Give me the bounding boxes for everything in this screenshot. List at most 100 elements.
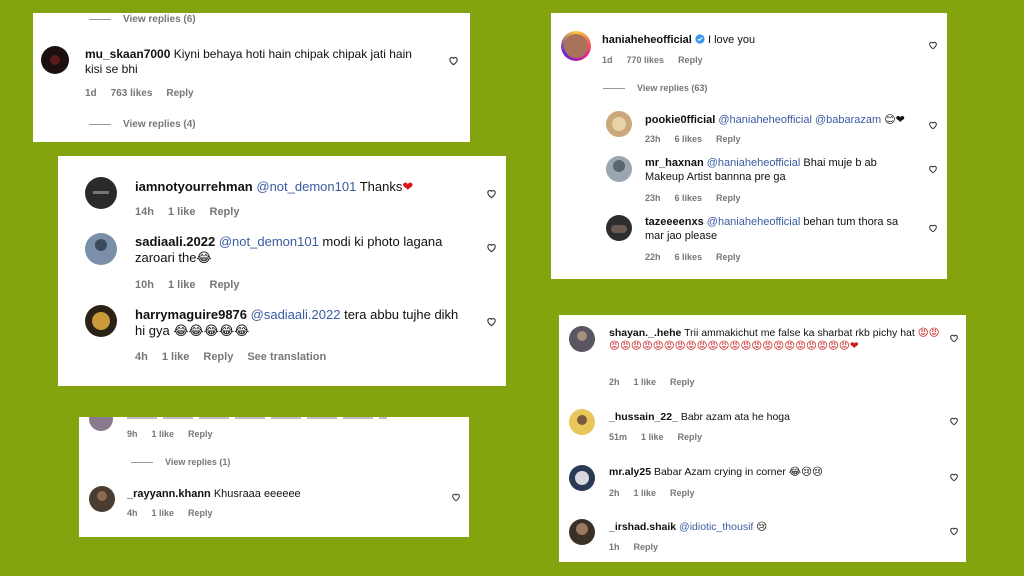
comment-meta: 51m 1 like Reply xyxy=(609,432,716,442)
mention-link[interactable]: @haniaheheofficial @babarazam xyxy=(718,114,881,126)
heart-icon[interactable] xyxy=(448,55,459,66)
comment-card-3: 9h 1 like Reply View replies (1) _rayyann.… xyxy=(79,417,469,537)
heart-icon[interactable] xyxy=(949,333,959,343)
view-replies-link[interactable]: View replies (4) xyxy=(89,119,196,130)
mention-link[interactable]: @haniaheheofficial xyxy=(707,157,801,169)
like-count[interactable]: 6 likes xyxy=(675,193,703,203)
reply-button[interactable]: Reply xyxy=(188,508,213,518)
avatar[interactable] xyxy=(561,31,591,61)
reply-button[interactable]: Reply xyxy=(634,542,659,552)
avatar[interactable] xyxy=(569,326,595,352)
avatar[interactable] xyxy=(606,215,632,241)
avatar[interactable] xyxy=(41,46,69,74)
view-replies-link[interactable]: View replies (6) xyxy=(89,14,196,25)
mention-link[interactable]: @idiotic_thousif xyxy=(679,521,753,533)
reply-button[interactable]: Reply xyxy=(188,429,213,439)
see-translation-link[interactable]: See translation xyxy=(247,351,326,363)
heart-icon[interactable] xyxy=(486,316,497,327)
comment-meta: 1d 770 likes Reply xyxy=(602,55,717,65)
username[interactable]: pookie0fficial xyxy=(645,114,715,126)
like-count[interactable]: 1 like xyxy=(152,429,175,439)
comment-text: mr_haxnan @haniaheheofficial Bhai muje b… xyxy=(645,157,877,183)
like-count[interactable]: 1 like xyxy=(641,432,664,442)
like-count[interactable]: 1 like xyxy=(162,351,190,363)
heart-icon[interactable] xyxy=(928,40,938,50)
timestamp: 9h xyxy=(127,429,138,439)
like-count[interactable]: 1 like xyxy=(634,488,657,498)
username[interactable]: mr.aly25 xyxy=(609,466,651,478)
reply-button[interactable]: Reply xyxy=(678,432,703,442)
avatar[interactable] xyxy=(569,409,595,435)
heart-icon[interactable] xyxy=(928,120,938,130)
avatar[interactable] xyxy=(85,177,117,209)
heart-icon[interactable] xyxy=(486,188,497,199)
reply-button[interactable]: Reply xyxy=(210,279,240,291)
comment-meta: 23h 6 likes Reply xyxy=(645,193,755,203)
heart-icon[interactable] xyxy=(928,164,938,174)
timestamp: 10h xyxy=(135,279,154,291)
username[interactable]: haniaheheofficial xyxy=(602,34,692,46)
comment-meta: 1h Reply xyxy=(609,542,672,552)
reply-button[interactable]: Reply xyxy=(203,351,233,363)
username[interactable]: sadiaali.2022 xyxy=(135,234,215,249)
reply-button[interactable]: Reply xyxy=(210,206,240,218)
like-count[interactable]: 1 like xyxy=(168,206,196,218)
reply-button[interactable]: Reply xyxy=(716,252,741,262)
avatar[interactable] xyxy=(569,519,595,545)
reply-button[interactable]: Reply xyxy=(716,134,741,144)
username[interactable]: _hussain_22_ xyxy=(609,411,678,423)
avatar[interactable] xyxy=(606,111,632,137)
username[interactable]: shayan._.hehe xyxy=(609,327,681,339)
heart-icon[interactable] xyxy=(928,223,938,233)
mention-link[interactable]: @haniaheheofficial xyxy=(707,216,801,228)
username[interactable]: mu_skaan7000 xyxy=(85,47,170,61)
comment-text: mu_skaan7000 Kiyni behaya hoti hain chip… xyxy=(85,47,412,76)
reply-button[interactable]: Reply xyxy=(678,55,703,65)
mention-link[interactable]: @not_demon101 xyxy=(256,179,356,194)
comment-text: _irshad.shaik @idiotic_thousif 😢 xyxy=(609,521,767,534)
divider xyxy=(131,462,153,464)
avatar[interactable] xyxy=(85,305,117,337)
comment-meta: 10h 1 like Reply xyxy=(135,279,253,291)
comment-meta: 2h 1 like Reply xyxy=(609,488,709,498)
timestamp: 4h xyxy=(127,508,138,518)
view-replies-link[interactable]: View replies (63) xyxy=(603,83,707,93)
username[interactable]: _irshad.shaik xyxy=(609,521,676,533)
laughing-emoji: 😂😂😂😂😂 xyxy=(173,324,250,340)
like-count[interactable]: 6 likes xyxy=(675,134,703,144)
mention-link[interactable]: @sadiaali.2022 xyxy=(251,307,341,322)
username[interactable]: mr_haxnan xyxy=(645,157,704,169)
view-replies-link[interactable]: View replies (1) xyxy=(131,457,230,467)
username[interactable]: _rayyann.khann xyxy=(127,488,211,500)
like-count[interactable]: 763 likes xyxy=(111,88,153,99)
reply-button[interactable]: Reply xyxy=(670,377,695,387)
heart-icon[interactable] xyxy=(486,242,497,253)
avatar[interactable] xyxy=(85,233,117,265)
avatar[interactable] xyxy=(89,486,115,512)
heart-icon[interactable] xyxy=(949,472,959,482)
username[interactable]: tazeeeenxs xyxy=(645,216,704,228)
reply-button[interactable]: Reply xyxy=(670,488,695,498)
username[interactable]: iamnotyourrehman xyxy=(135,179,253,194)
comment-meta: 9h 1 like Reply xyxy=(127,429,227,439)
timestamp: 23h xyxy=(645,134,661,144)
like-count[interactable]: 770 likes xyxy=(627,55,665,65)
mention-link[interactable]: @not_demon101 xyxy=(219,234,319,249)
comment-text: shayan._.hehe Trii ammakichut me false k… xyxy=(609,327,940,353)
heart-icon[interactable] xyxy=(949,416,959,426)
like-count[interactable]: 1 like xyxy=(152,508,175,518)
comment-meta: 1d 763 likes Reply xyxy=(85,88,208,99)
heart-icon[interactable] xyxy=(451,492,461,502)
avatar[interactable] xyxy=(89,417,113,431)
avatar[interactable] xyxy=(606,156,632,182)
reply-button[interactable]: Reply xyxy=(716,193,741,203)
like-count[interactable]: 1 like xyxy=(634,377,657,387)
comment-text: sadiaali.2022 @not_demon101 modi ki phot… xyxy=(135,234,443,267)
timestamp: 14h xyxy=(135,206,154,218)
username[interactable]: harrymaguire9876 xyxy=(135,307,247,322)
avatar[interactable] xyxy=(569,465,595,491)
reply-button[interactable]: Reply xyxy=(166,88,193,99)
heart-icon[interactable] xyxy=(949,526,959,536)
like-count[interactable]: 1 like xyxy=(168,279,196,291)
like-count[interactable]: 6 likes xyxy=(675,252,703,262)
